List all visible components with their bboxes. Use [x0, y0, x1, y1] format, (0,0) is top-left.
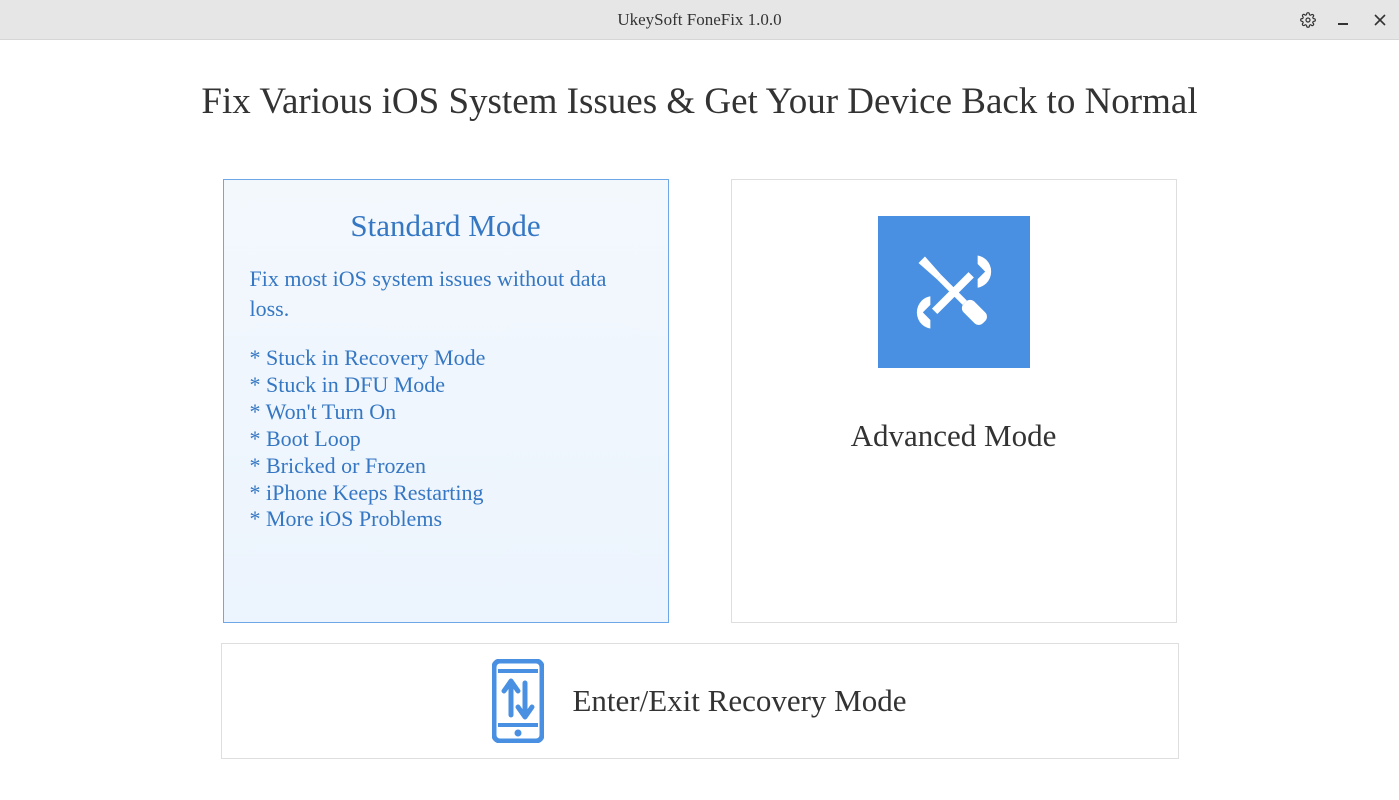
list-item: * Won't Turn On [250, 399, 642, 426]
advanced-mode-title: Advanced Mode [851, 418, 1057, 454]
advanced-mode-card[interactable]: Advanced Mode [731, 179, 1177, 623]
window-controls [1299, 0, 1389, 40]
standard-mode-list: * Stuck in Recovery Mode * Stuck in DFU … [250, 345, 642, 533]
titlebar: UkeySoft FoneFix 1.0.0 [0, 0, 1399, 40]
main-content: Fix Various iOS System Issues & Get Your… [0, 40, 1399, 759]
settings-icon[interactable] [1299, 11, 1317, 29]
standard-mode-description: Fix most iOS system issues without data … [250, 264, 642, 323]
recovery-mode-title: Enter/Exit Recovery Mode [572, 683, 906, 719]
page-title: Fix Various iOS System Issues & Get Your… [0, 80, 1399, 123]
recovery-mode-card[interactable]: Enter/Exit Recovery Mode [221, 643, 1179, 759]
list-item: * iPhone Keeps Restarting [250, 480, 642, 507]
list-item: * Boot Loop [250, 426, 642, 453]
minimize-icon[interactable] [1335, 11, 1353, 29]
tools-icon [878, 216, 1030, 368]
standard-mode-title: Standard Mode [250, 208, 642, 244]
list-item: * More iOS Problems [250, 506, 642, 533]
list-item: * Stuck in DFU Mode [250, 372, 642, 399]
list-item: * Bricked or Frozen [250, 453, 642, 480]
window-title: UkeySoft FoneFix 1.0.0 [617, 10, 781, 30]
mode-cards: Standard Mode Fix most iOS system issues… [0, 179, 1399, 623]
list-item: * Stuck in Recovery Mode [250, 345, 642, 372]
close-icon[interactable] [1371, 11, 1389, 29]
phone-transfer-icon [492, 659, 544, 743]
standard-mode-card[interactable]: Standard Mode Fix most iOS system issues… [223, 179, 669, 623]
